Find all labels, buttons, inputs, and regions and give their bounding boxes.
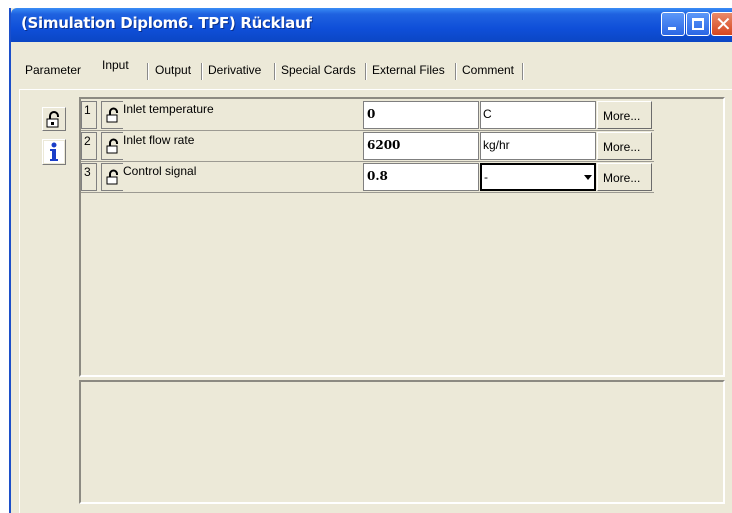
tab-output[interactable]: Output bbox=[155, 62, 191, 80]
row-divider bbox=[81, 192, 654, 193]
tab-divider bbox=[274, 63, 275, 80]
tab-input[interactable]: Input bbox=[102, 57, 129, 75]
tab-external-files[interactable]: External Files bbox=[372, 62, 445, 80]
component-window: (Simulation Diplom6. TPF) Rücklauf ✕ Par… bbox=[9, 8, 732, 513]
more-button[interactable]: More... bbox=[597, 101, 652, 129]
row-index: 1 bbox=[81, 101, 97, 129]
table-row: 1 Inlet temperature 0 C More... bbox=[81, 99, 725, 129]
unit-select-value: - bbox=[484, 170, 488, 184]
description-pane bbox=[79, 380, 725, 504]
input-value-field[interactable]: 0.8 bbox=[363, 163, 479, 191]
tab-divider bbox=[201, 63, 202, 80]
more-button[interactable]: More... bbox=[597, 163, 652, 191]
table-row: 3 Control signal 0.8 - More... bbox=[81, 161, 725, 191]
row-lock-toggle[interactable] bbox=[101, 101, 123, 129]
close-icon: ✕ bbox=[715, 12, 732, 36]
info-icon bbox=[44, 141, 64, 163]
tab-derivative[interactable]: Derivative bbox=[208, 62, 261, 80]
input-name: Inlet temperature bbox=[123, 102, 214, 116]
unlock-icon bbox=[106, 107, 118, 123]
input-value-field[interactable]: 6200 bbox=[363, 132, 479, 160]
more-button[interactable]: More... bbox=[597, 132, 652, 160]
minimize-icon bbox=[668, 27, 676, 30]
tab-divider bbox=[365, 63, 366, 80]
unit-select[interactable]: - bbox=[480, 163, 596, 191]
input-unit-field[interactable]: C bbox=[480, 101, 596, 129]
input-name: Control signal bbox=[123, 164, 197, 178]
row-lock-toggle[interactable] bbox=[101, 132, 123, 160]
close-button[interactable]: ✕ bbox=[711, 12, 732, 36]
maximize-button[interactable] bbox=[686, 12, 710, 36]
input-value-field[interactable]: 0 bbox=[363, 101, 479, 129]
tab-divider bbox=[147, 63, 148, 80]
unlock-icon bbox=[46, 111, 59, 128]
minimize-button[interactable] bbox=[661, 12, 685, 36]
lock-all-button[interactable] bbox=[42, 107, 66, 131]
maximize-icon bbox=[692, 18, 704, 30]
row-index: 2 bbox=[81, 132, 97, 160]
tab-parameter[interactable]: Parameter bbox=[25, 62, 81, 80]
row-index: 3 bbox=[81, 163, 97, 191]
input-name: Inlet flow rate bbox=[123, 133, 195, 147]
tab-divider bbox=[522, 63, 523, 80]
unlock-icon bbox=[106, 169, 118, 185]
input-table: 1 Inlet temperature 0 C More... 2 Inlet bbox=[79, 97, 725, 377]
input-unit-field[interactable]: kg/hr bbox=[480, 132, 596, 160]
tab-comment[interactable]: Comment bbox=[462, 62, 514, 80]
chevron-down-icon[interactable] bbox=[584, 175, 592, 180]
title-bar[interactable]: (Simulation Diplom6. TPF) Rücklauf ✕ bbox=[11, 8, 732, 42]
unlock-icon bbox=[106, 138, 118, 154]
info-button[interactable] bbox=[42, 139, 66, 165]
tab-divider bbox=[455, 63, 456, 80]
row-lock-toggle[interactable] bbox=[101, 163, 123, 191]
window-title: (Simulation Diplom6. TPF) Rücklauf bbox=[21, 14, 312, 32]
table-row: 2 Inlet flow rate 6200 kg/hr More... bbox=[81, 130, 725, 160]
tab-special-cards[interactable]: Special Cards bbox=[281, 62, 356, 80]
